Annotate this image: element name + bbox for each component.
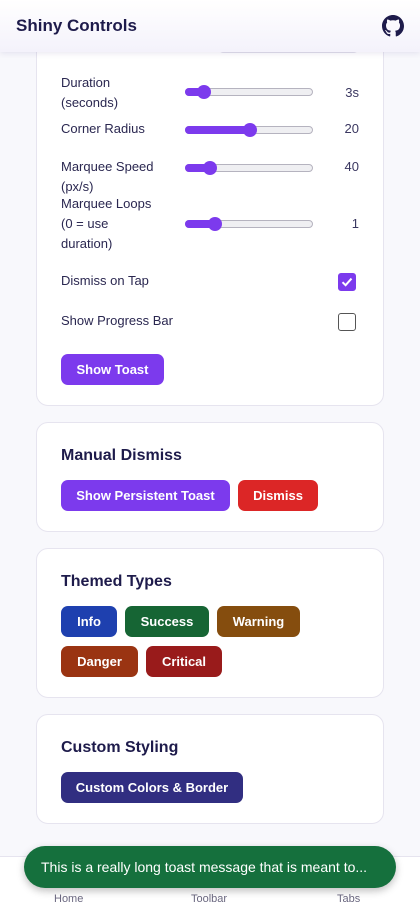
manual-dismiss-title: Manual Dismiss xyxy=(61,447,182,464)
dismiss-on-tap-checkbox[interactable] xyxy=(338,273,356,291)
slider-thumb[interactable] xyxy=(243,123,257,137)
manual-dismiss-card: Manual Dismiss Show Persistent Toast Dis… xyxy=(36,422,384,532)
custom-colors-border-button[interactable]: Custom Colors & Border xyxy=(61,772,243,803)
slider-thumb[interactable] xyxy=(208,217,223,231)
danger-button[interactable]: Danger xyxy=(61,646,138,677)
marquee-speed-label: Marquee Speed (px/s) xyxy=(61,159,154,194)
app-bar: Shiny Controls xyxy=(0,0,420,52)
show-progress-bar-checkbox[interactable] xyxy=(338,313,356,331)
custom-styling-title: Custom Styling xyxy=(61,739,179,756)
critical-button[interactable]: Critical xyxy=(146,646,222,677)
success-button[interactable]: Success xyxy=(125,606,209,637)
warning-button[interactable]: Warning xyxy=(217,606,300,637)
slider-thumb[interactable] xyxy=(196,85,211,99)
tab-tabs[interactable]: Tabs xyxy=(337,893,360,905)
dismiss-on-tap-label: Dismiss on Tap xyxy=(61,273,149,288)
tab-home[interactable]: Home xyxy=(54,893,83,905)
check-icon xyxy=(341,277,353,287)
dismiss-button[interactable]: Dismiss xyxy=(238,480,318,511)
show-persistent-toast-button[interactable]: Show Persistent Toast xyxy=(61,480,230,511)
toast-config-card: Duration (seconds) 3s Corner Radius 20 M… xyxy=(36,0,384,406)
show-toast-button[interactable]: Show Toast xyxy=(61,354,164,385)
themed-types-card: Themed Types Info Success Warning Danger… xyxy=(36,548,384,698)
custom-styling-card: Custom Styling Custom Colors & Border xyxy=(36,714,384,824)
info-button[interactable]: Info xyxy=(61,606,117,637)
duration-slider[interactable] xyxy=(185,85,313,99)
github-icon[interactable] xyxy=(382,15,404,37)
toast-message[interactable]: This is a really long toast message that… xyxy=(24,846,396,888)
duration-value: 3s xyxy=(345,85,359,100)
corner-radius-value: 20 xyxy=(344,121,359,136)
corner-radius-slider[interactable] xyxy=(185,123,313,137)
marquee-speed-slider[interactable] xyxy=(185,161,313,175)
tab-toolbar[interactable]: Toolbar xyxy=(191,893,227,905)
show-progress-bar-label: Show Progress Bar xyxy=(61,313,173,328)
marquee-speed-value: 40 xyxy=(344,159,359,174)
themed-types-title: Themed Types xyxy=(61,573,172,590)
slider-thumb[interactable] xyxy=(203,161,218,175)
duration-label: Duration (seconds) xyxy=(61,75,119,110)
marquee-loops-value: 1 xyxy=(351,216,359,231)
marquee-loops-label: Marquee Loops (0 = use duration) xyxy=(61,196,152,251)
app-title: Shiny Controls xyxy=(16,16,137,35)
corner-radius-label: Corner Radius xyxy=(61,121,145,136)
marquee-loops-slider[interactable] xyxy=(185,217,313,231)
